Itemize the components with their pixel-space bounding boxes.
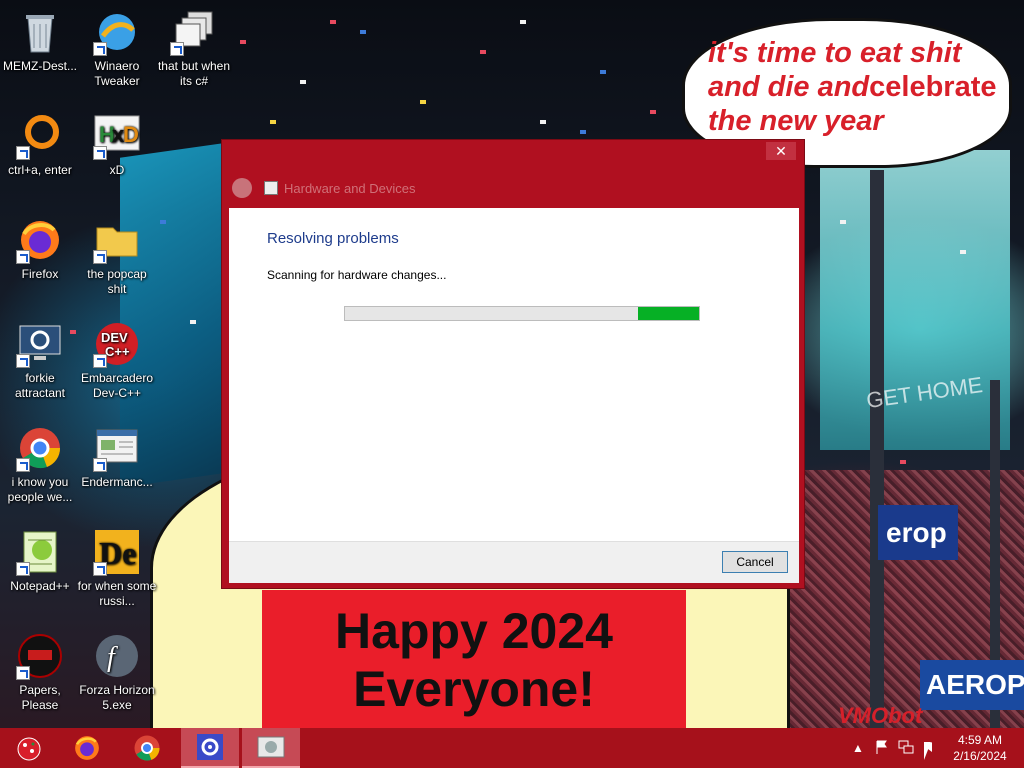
taskbar-troubleshooter[interactable] [242,728,300,768]
desktop-icon-de[interactable]: De for when some russi... [77,528,157,609]
taskbar-firefox[interactable] [58,728,116,768]
taskbar: ▲ 4:59 AM 2/16/2024 [0,728,1024,768]
svg-text:D: D [123,122,139,147]
winaero-icon [93,8,141,56]
dialog-status-text: Scanning for hardware changes... [267,268,447,282]
dialog-body: Resolving problems Scanning for hardware… [229,208,799,583]
desktop-icon-label: Forza Horizon 5.exe [79,683,155,712]
chrome-icon [134,735,160,761]
firefox-icon [16,216,64,264]
desktop-icon-papers-please[interactable]: Papers, Please [0,632,80,713]
desktop-icon-label: Embarcadero Dev-C++ [80,371,154,400]
desktop-icon-popcap[interactable]: the popcap shit [77,216,157,297]
windows-stack-icon [170,8,218,56]
svg-text:DEV: DEV [101,330,128,345]
dialog-title: Hardware and Devices [284,180,416,196]
dialog-title-row: Hardware and Devices [232,178,416,198]
desktop-icon-endermanch[interactable]: Endermanc... [77,424,157,490]
firefox-icon [75,736,99,760]
back-arrow-icon[interactable] [232,178,252,198]
settings-monitor-icon [16,320,64,368]
desktop-icon-csharp[interactable]: that but when its c# [154,8,234,89]
recycle-bin-icon [16,8,64,56]
dialog-footer: Cancel [229,541,799,583]
clock-date: 2/16/2024 [953,749,1007,763]
devcpp-icon: DEV C++ [93,320,141,368]
troubleshooter-icon [264,181,278,195]
start-ornament-icon [17,737,41,761]
troubleshooter-dialog: ✕ Hardware and Devices Resolving problem… [221,139,805,589]
action-center-flag-icon[interactable] [874,740,890,756]
desktop-icon-memz[interactable]: MEMZ-Dest... [0,8,80,74]
desktop-icon-winaero[interactable]: Winaero Tweaker [77,8,157,89]
light-pole [870,170,884,728]
tray-overflow-chevron[interactable]: ▲ [850,740,866,756]
folder-icon [93,216,141,264]
desktop-icon-label: for when some russi... [77,579,157,608]
taskbar-settings[interactable] [181,728,239,768]
window-app-icon [93,424,141,472]
aeropostale-sign-top: erop [878,505,958,560]
system-clock[interactable]: 4:59 AM 2/16/2024 [950,732,1010,764]
speech-bubble-text: it's time to eat shit and die andcelebra… [708,37,997,137]
desktop-icon-label: MEMZ-Dest... [3,59,77,73]
papers-please-icon [16,632,64,680]
desktop-icon-forkie[interactable]: forkie attractant [0,320,80,401]
desktop-icon-label: forkie attractant [14,371,66,400]
cancel-button[interactable]: Cancel [722,551,788,573]
notepadpp-icon [16,528,64,576]
chrome-icon [16,424,64,472]
dialog-heading: Resolving problems [267,230,399,247]
desktop-icon-label: Winaero Tweaker [94,59,140,88]
desktop-icon-forza[interactable]: f Forza Horizon 5.exe [77,632,157,713]
desktop-icon-label: i know you people we... [7,475,73,504]
hxd-icon: HxD [93,112,141,160]
desktop-icon-label: Notepad++ [10,579,70,593]
aeropostale-sign-bottom: AEROPOS [920,660,1024,710]
happy-2024-banner: Happy 2024 Everyone! [262,590,686,728]
desktop-icon-label: xD [109,163,125,177]
desktop-icon-label: that but when its c# [157,59,231,88]
progress-bar [344,306,700,321]
dialog-close-button[interactable]: ✕ [766,142,796,160]
start-button[interactable] [0,728,58,768]
desktop-icon-label: Endermanc... [81,475,153,489]
desktop-icon-notepadpp[interactable]: Notepad++ [0,528,80,594]
gear-icon [197,734,223,760]
mouse-cursor-icon [924,742,931,760]
orange-ring-icon [16,112,64,160]
desktop-icon-xd[interactable]: HxD xD [77,112,157,178]
taskbar-chrome[interactable] [118,728,176,768]
wallpaper-signature: VMObot [838,703,923,728]
desktop-icon-devcpp[interactable]: DEV C++ Embarcadero Dev-C++ [77,320,157,401]
de-icon: De [93,528,141,576]
svg-text:C++: C++ [105,344,130,359]
clock-time: 4:59 AM [957,733,1003,747]
network-icon[interactable] [898,740,914,756]
desktop-icon-ctrl-a[interactable]: ctrl+a, enter [0,112,80,178]
troubleshooter-icon [257,736,285,758]
desktop-icon-label: Firefox [21,267,59,281]
flash-icon: f [93,632,141,680]
desktop-icon-label: Papers, Please [19,683,61,712]
desktop-icon-label: the popcap shit [87,267,147,296]
desktop-icon-firefox[interactable]: Firefox [0,216,80,282]
progress-bar-fill [638,307,699,320]
desktop-icon-chrome[interactable]: i know you people we... [0,424,80,505]
desktop-icon-label: ctrl+a, enter [8,163,72,177]
